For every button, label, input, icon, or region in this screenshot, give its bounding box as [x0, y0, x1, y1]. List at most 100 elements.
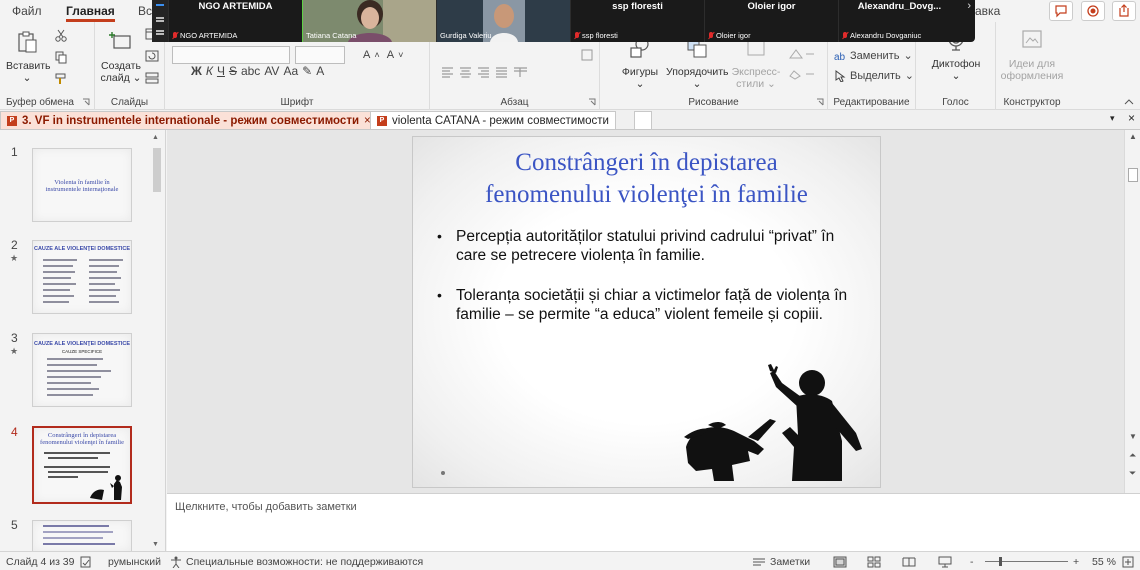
- arrange-button[interactable]: Упорядочить ⌄: [666, 36, 728, 90]
- font-grow-shrink[interactable]: A ˄ A ˅: [363, 49, 403, 61]
- new-slide-button[interactable]: Создать слайд ⌄: [99, 30, 143, 84]
- align-icons[interactable]: [440, 66, 590, 78]
- slide-thumbnail[interactable]: CAUZE ALE VIOLENŢEI DOMESTICE: [32, 240, 132, 314]
- zoom-level[interactable]: 55 %: [1092, 556, 1116, 568]
- slide-title[interactable]: Constrângeri în depistarea fenomenului v…: [413, 147, 880, 211]
- scroll-up-icon[interactable]: ▲: [152, 134, 159, 141]
- accessibility-icon: [171, 556, 181, 568]
- participant-tile[interactable]: NGO ARTEMIDA NGO ARTEMIDA: [168, 0, 302, 42]
- participant-tile[interactable]: Tatiana Catana: [302, 0, 436, 42]
- group-label-designer: Конструктор: [1003, 97, 1061, 108]
- new-tab-button[interactable]: [634, 111, 652, 129]
- bold-button[interactable]: Ж: [191, 64, 202, 78]
- group-label-clipboard: Буфер обмена: [6, 97, 74, 108]
- replace-button[interactable]: ab Заменить ⌄: [834, 49, 913, 63]
- animation-star-icon: ★: [10, 253, 19, 263]
- tab-review-fragment[interactable]: авка: [975, 4, 1000, 18]
- copy-icon[interactable]: [54, 50, 68, 64]
- slideshow-icon[interactable]: [938, 556, 952, 568]
- select-button[interactable]: Выделить ⌄: [834, 69, 914, 82]
- scroll-up-icon[interactable]: ▲: [1129, 132, 1137, 141]
- tab-file[interactable]: Файл: [12, 4, 42, 18]
- dialog-launcher-icon[interactable]: [816, 98, 824, 106]
- notes-pane[interactable]: Щелкните, чтобы добавить заметки: [167, 493, 1140, 551]
- domestic-violence-silhouette-image[interactable]: [684, 363, 874, 481]
- tab-home[interactable]: Главная: [66, 4, 115, 22]
- cut-icon[interactable]: [54, 28, 68, 42]
- record-button[interactable]: [1081, 1, 1105, 21]
- spellcheck-icon[interactable]: [80, 556, 92, 568]
- smartart-icon[interactable]: [580, 48, 594, 62]
- underline-button[interactable]: Ч: [217, 64, 225, 78]
- doc-tab-active[interactable]: P 3. VF in instrumentele internationale …: [0, 111, 378, 129]
- dialog-launcher-icon[interactable]: [82, 98, 90, 106]
- notes-toggle[interactable]: Заметки: [752, 556, 810, 568]
- zoom-gallery-toggle[interactable]: [152, 0, 168, 42]
- zoom-slider[interactable]: [985, 557, 1068, 566]
- slide-thumbnail[interactable]: Violenta în familie în instrumentele int…: [32, 148, 132, 222]
- reset-icon[interactable]: [145, 50, 159, 62]
- dialog-launcher-icon[interactable]: [588, 98, 596, 106]
- zoom-slider-thumb[interactable]: [999, 557, 1002, 566]
- cursor-icon: [835, 69, 846, 82]
- group-label-voice: Голос: [942, 97, 969, 108]
- language-indicator[interactable]: румынский: [108, 556, 161, 568]
- participant-tile[interactable]: Alexandru_Dovg... Alexandru Dovganiuc: [838, 0, 960, 42]
- font-color-icon[interactable]: A: [316, 64, 324, 78]
- group-label-drawing: Рисование: [688, 97, 739, 108]
- close-window-icon[interactable]: ×: [1128, 111, 1135, 125]
- participant-tile[interactable]: ssp floresti ssp floresti: [570, 0, 704, 42]
- slide-thumbnail[interactable]: [32, 520, 132, 551]
- design-ideas-icon: [1022, 30, 1042, 48]
- scrollbar-thumb[interactable]: [153, 148, 161, 192]
- comments-button[interactable]: [1049, 1, 1073, 21]
- shape-fill-icon[interactable]: [788, 48, 818, 60]
- paste-button[interactable]: Вставить ⌄: [6, 30, 51, 84]
- thumbnail-scrollbar[interactable]: ▲ ▼: [151, 134, 163, 548]
- strike-button[interactable]: S: [229, 64, 237, 78]
- font-name-box[interactable]: [172, 46, 290, 64]
- tabs-dropdown-icon[interactable]: ▾: [1110, 113, 1115, 124]
- slide-thumbnail[interactable]: CAUZE ALE VIOLENŢEI DOMESTICE CAUZE SPEC…: [32, 333, 132, 407]
- zoom-participant-strip: NGO ARTEMIDA NGO ARTEMIDA Tatiana Catana…: [152, 0, 975, 42]
- reading-view-icon[interactable]: [902, 556, 916, 568]
- prev-slide-icon[interactable]: ⏶: [1129, 450, 1136, 461]
- shape-effects-icon[interactable]: [788, 68, 818, 80]
- next-participants-arrow[interactable]: ›: [967, 0, 971, 12]
- section-icon[interactable]: [145, 72, 159, 84]
- italic-button[interactable]: К: [206, 64, 213, 78]
- quick-styles-button[interactable]: Экспресс- стили ⌄: [730, 36, 782, 90]
- scroll-down-icon[interactable]: ▼: [1129, 432, 1137, 441]
- zoom-out-button[interactable]: -: [970, 556, 974, 568]
- fit-to-window-icon[interactable]: [1122, 556, 1134, 568]
- slide-number: 4: [11, 425, 18, 439]
- zoom-in-button[interactable]: +: [1073, 556, 1079, 568]
- shadow-button[interactable]: abc: [241, 64, 260, 78]
- change-case-button[interactable]: Aa: [283, 64, 298, 78]
- doc-tab[interactable]: P violenta CATANA - режим совместимости: [370, 111, 616, 129]
- next-slide-icon[interactable]: ⏷: [1129, 468, 1136, 479]
- participant-tile[interactable]: Oloier igor Oloier igor: [704, 0, 838, 42]
- font-size-box[interactable]: [295, 46, 345, 64]
- char-spacing-button[interactable]: AV: [264, 64, 279, 78]
- slide-sorter-icon[interactable]: [867, 556, 881, 568]
- slide-bullets[interactable]: Percepția autorităților statului privind…: [437, 227, 866, 345]
- accessibility-status[interactable]: Специальные возможности: не поддерживают…: [170, 556, 423, 568]
- shapes-button[interactable]: Фигуры ⌄: [620, 36, 660, 90]
- slide-indicator-dot: [441, 471, 445, 475]
- scroll-down-icon[interactable]: ▼: [152, 541, 159, 548]
- participant-tile[interactable]: Gurdiga Valeriu: [436, 0, 570, 42]
- slide-thumbnail-pane: 1 Violenta în familie în instrumentele i…: [0, 130, 166, 551]
- normal-view-icon[interactable]: [833, 556, 847, 568]
- collapse-ribbon-icon[interactable]: [1124, 98, 1134, 106]
- share-button[interactable]: [1112, 1, 1136, 21]
- slide-thumbnail-selected[interactable]: Constrângeri în depistarea fenomenului v…: [32, 426, 132, 504]
- editor-scrollbar[interactable]: ▲ ▼ ⏶ ⏷: [1124, 130, 1140, 493]
- scrollbar-thumb[interactable]: [1128, 168, 1138, 182]
- highlight-icon[interactable]: ✎: [302, 64, 312, 78]
- current-slide[interactable]: Constrângeri în depistarea fenomenului v…: [412, 136, 881, 488]
- notes-placeholder[interactable]: Щелкните, чтобы добавить заметки: [175, 501, 357, 513]
- powerpoint-icon: P: [7, 115, 17, 126]
- design-ideas-button[interactable]: Идеи для оформления: [998, 28, 1066, 82]
- format-painter-icon[interactable]: [54, 72, 68, 86]
